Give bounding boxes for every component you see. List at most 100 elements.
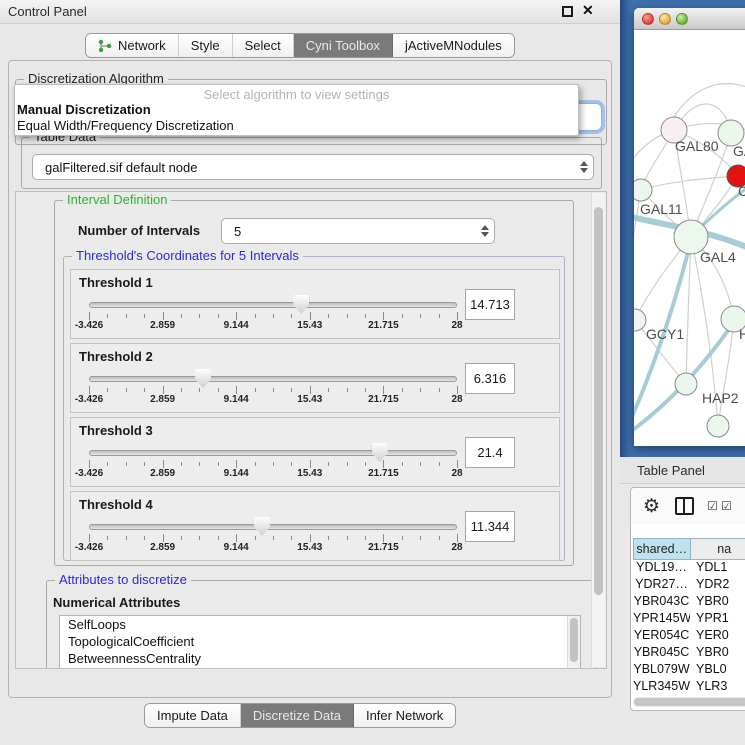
tab-jactivemnodules[interactable]: jActiveMNodules [393,34,514,57]
network-canvas[interactable]: GAL80 GA C GAL11 GAL4 GCY1 H HAP2 [634,30,745,445]
threshold-4-slider[interactable] [89,523,457,531]
numerical-attributes-label: Numerical Attributes [53,595,180,610]
network-icon [98,39,112,53]
tab-infer-network[interactable]: Infer Network [354,704,455,727]
threshold-1-slider[interactable] [89,301,457,309]
minimize-traffic-light[interactable] [659,13,671,25]
table-data-combobox[interactable]: galFiltered.sif default node [32,154,594,180]
threshold-3-box: Threshold 3 -3.4262.8599.14415.4321.7152… [70,417,560,487]
node-label-gcy1: GCY1 [646,326,684,342]
dropdown-option-manual[interactable]: Manual Discretization [15,102,578,118]
node-label-gal80: GAL80 [675,138,719,154]
table-data-group: Table Data galFiltered.sif default node [21,137,602,189]
cyni-panel: Discretization Algorithm Table Data galF… [8,60,612,698]
gear-icon[interactable]: ⚙ [643,495,660,518]
table-panel: ⚙ ☑ ☑ shared… na YDL19… YDL1 YDR27… [630,487,745,711]
threshold-3-label: Threshold 3 [79,423,153,438]
panel-title: Control Panel [8,4,87,19]
thresholds-legend: Threshold's Coordinates for 5 Intervals [72,248,303,263]
threshold-1-box: Threshold 1 -3.4262.8599.14415.4321.7152… [70,269,560,339]
threshold-3-slider[interactable] [89,449,457,457]
table-row[interactable]: YBR043C YBR0 [633,594,745,611]
table-row[interactable]: YPR145W YPR1 [633,611,745,628]
node-label-fragment: C [738,183,745,199]
table-row[interactable]: YDR27… YDR2 [633,577,745,594]
threshold-1-label: Threshold 1 [79,275,153,290]
control-panel-titlebar: Control Panel ✕ [0,0,620,24]
threshold-3-value-field[interactable]: 21.4 [465,437,515,468]
threshold-2-value-field[interactable]: 6.316 [465,363,515,394]
tab-network[interactable]: Network [86,34,179,57]
table-row[interactable]: YBL079W YBL0 [633,662,745,679]
dropdown-option-equal-width[interactable]: Equal Width/Frequency Discretization [15,118,578,134]
threshold-2-box: Threshold 2 -3.4262.8599.14415.4321.7152… [70,343,560,413]
tab-impute-data[interactable]: Impute Data [145,704,241,727]
attribute-list-item[interactable]: TopologicalCoefficient [60,633,580,650]
thresholds-group: Threshold's Coordinates for 5 Intervals … [63,256,565,561]
bottom-tab-bar: Impute Data Discretize Data Infer Networ… [144,703,456,728]
column-view-icon[interactable] [675,497,694,515]
number-of-intervals-label: Number of Intervals [78,223,200,238]
node-label-fragment: GA [733,143,745,159]
network-window-titlebar[interactable] [634,8,745,30]
attributes-legend: Attributes to discretize [55,572,191,587]
threshold-4-box: Threshold 4 -3.4262.8599.14415.4321.7152… [70,491,560,561]
float-window-icon[interactable] [562,6,573,17]
tab-discretize-data[interactable]: Discretize Data [241,704,354,727]
table-header-row: shared… na [633,538,745,560]
zoom-traffic-light[interactable] [676,13,688,25]
top-tab-bar: Network Style Select Cyni Toolbox jActiv… [85,33,515,58]
table-panel-header: Table Panel [620,457,745,484]
table-panel-title: Table Panel [637,463,705,478]
table-horizontal-scrollbar[interactable] [633,697,745,707]
node-label-gal4: GAL4 [700,249,736,265]
attributes-group: Attributes to discretize Numerical Attri… [46,580,596,669]
threshold-2-label: Threshold 2 [79,349,153,364]
interval-definition-legend: Interval Definition [63,192,171,207]
table-row[interactable]: YER054C YER0 [633,628,745,645]
screen: Control Panel ✕ Network Style Select Cyn… [0,0,745,745]
interval-definition-group: Interval Definition Number of Intervals … [54,200,574,566]
number-of-intervals-value: 5 [222,224,476,239]
network-desktop-background: GAL80 GA C GAL11 GAL4 GCY1 H HAP2 [620,0,745,457]
node-bottom [707,415,729,437]
threshold-4-value-field[interactable]: 11.344 [465,511,515,542]
table-row[interactable]: YLR345W YLR3 [633,679,745,696]
node-label-fragment: H [739,326,745,342]
close-icon[interactable]: ✕ [582,2,594,19]
table-data-value: galFiltered.sif default node [33,160,575,175]
node-gcy1 [634,309,646,331]
threshold-2-slider[interactable] [89,375,457,383]
node-table: shared… na YDL19… YDL1 YDR27… YDR2 [633,538,745,711]
node-hap2 [675,373,697,395]
table-row[interactable]: YDL19… YDL1 [633,560,745,577]
checkbox-icon[interactable]: ☑ [721,499,732,513]
network-view-window: GAL80 GA C GAL11 GAL4 GCY1 H HAP2 [634,8,745,446]
column-header-shared-name[interactable]: shared… [633,538,691,560]
combo-arrows-icon [476,225,494,237]
number-of-intervals-combobox[interactable]: 5 [221,218,495,244]
node-label-gal11: GAL11 [640,201,683,217]
checkbox-icon[interactable]: ☑ [707,499,718,513]
attribute-list-item[interactable]: BetweennessCentrality [60,650,580,667]
column-header-name[interactable]: na [691,538,745,560]
settings-scrollbar[interactable] [591,193,605,667]
node-label-hap2: HAP2 [702,390,739,406]
close-traffic-light[interactable] [642,13,654,25]
attributes-scrollbar[interactable] [567,616,580,669]
attribute-list-item[interactable]: SelfLoops [60,616,580,633]
threshold-1-value-field[interactable]: 14.713 [465,289,515,320]
tab-cyni-toolbox[interactable]: Cyni Toolbox [294,34,393,57]
threshold-4-label: Threshold 4 [79,497,153,512]
tab-select[interactable]: Select [233,34,294,57]
numerical-attributes-list: SelfLoopsTopologicalCoefficientBetweenne… [59,615,581,669]
settings-scroll-area: Interval Definition Number of Intervals … [15,191,607,669]
table-row[interactable]: YBR045C YBR0 [633,645,745,662]
node-gal11 [634,179,652,201]
table-toolbar: ⚙ ☑ ☑ [631,488,745,524]
combo-arrows-icon [575,161,593,173]
tab-style[interactable]: Style [179,34,233,57]
dropdown-placeholder-item[interactable]: Select algorithm to view settings [15,85,578,102]
table-body: YDL19… YDL1 YDR27… YDR2 YBR043C YBR0 [633,560,745,711]
algorithm-dropdown-popup: Select algorithm to view settings Manual… [14,84,579,136]
